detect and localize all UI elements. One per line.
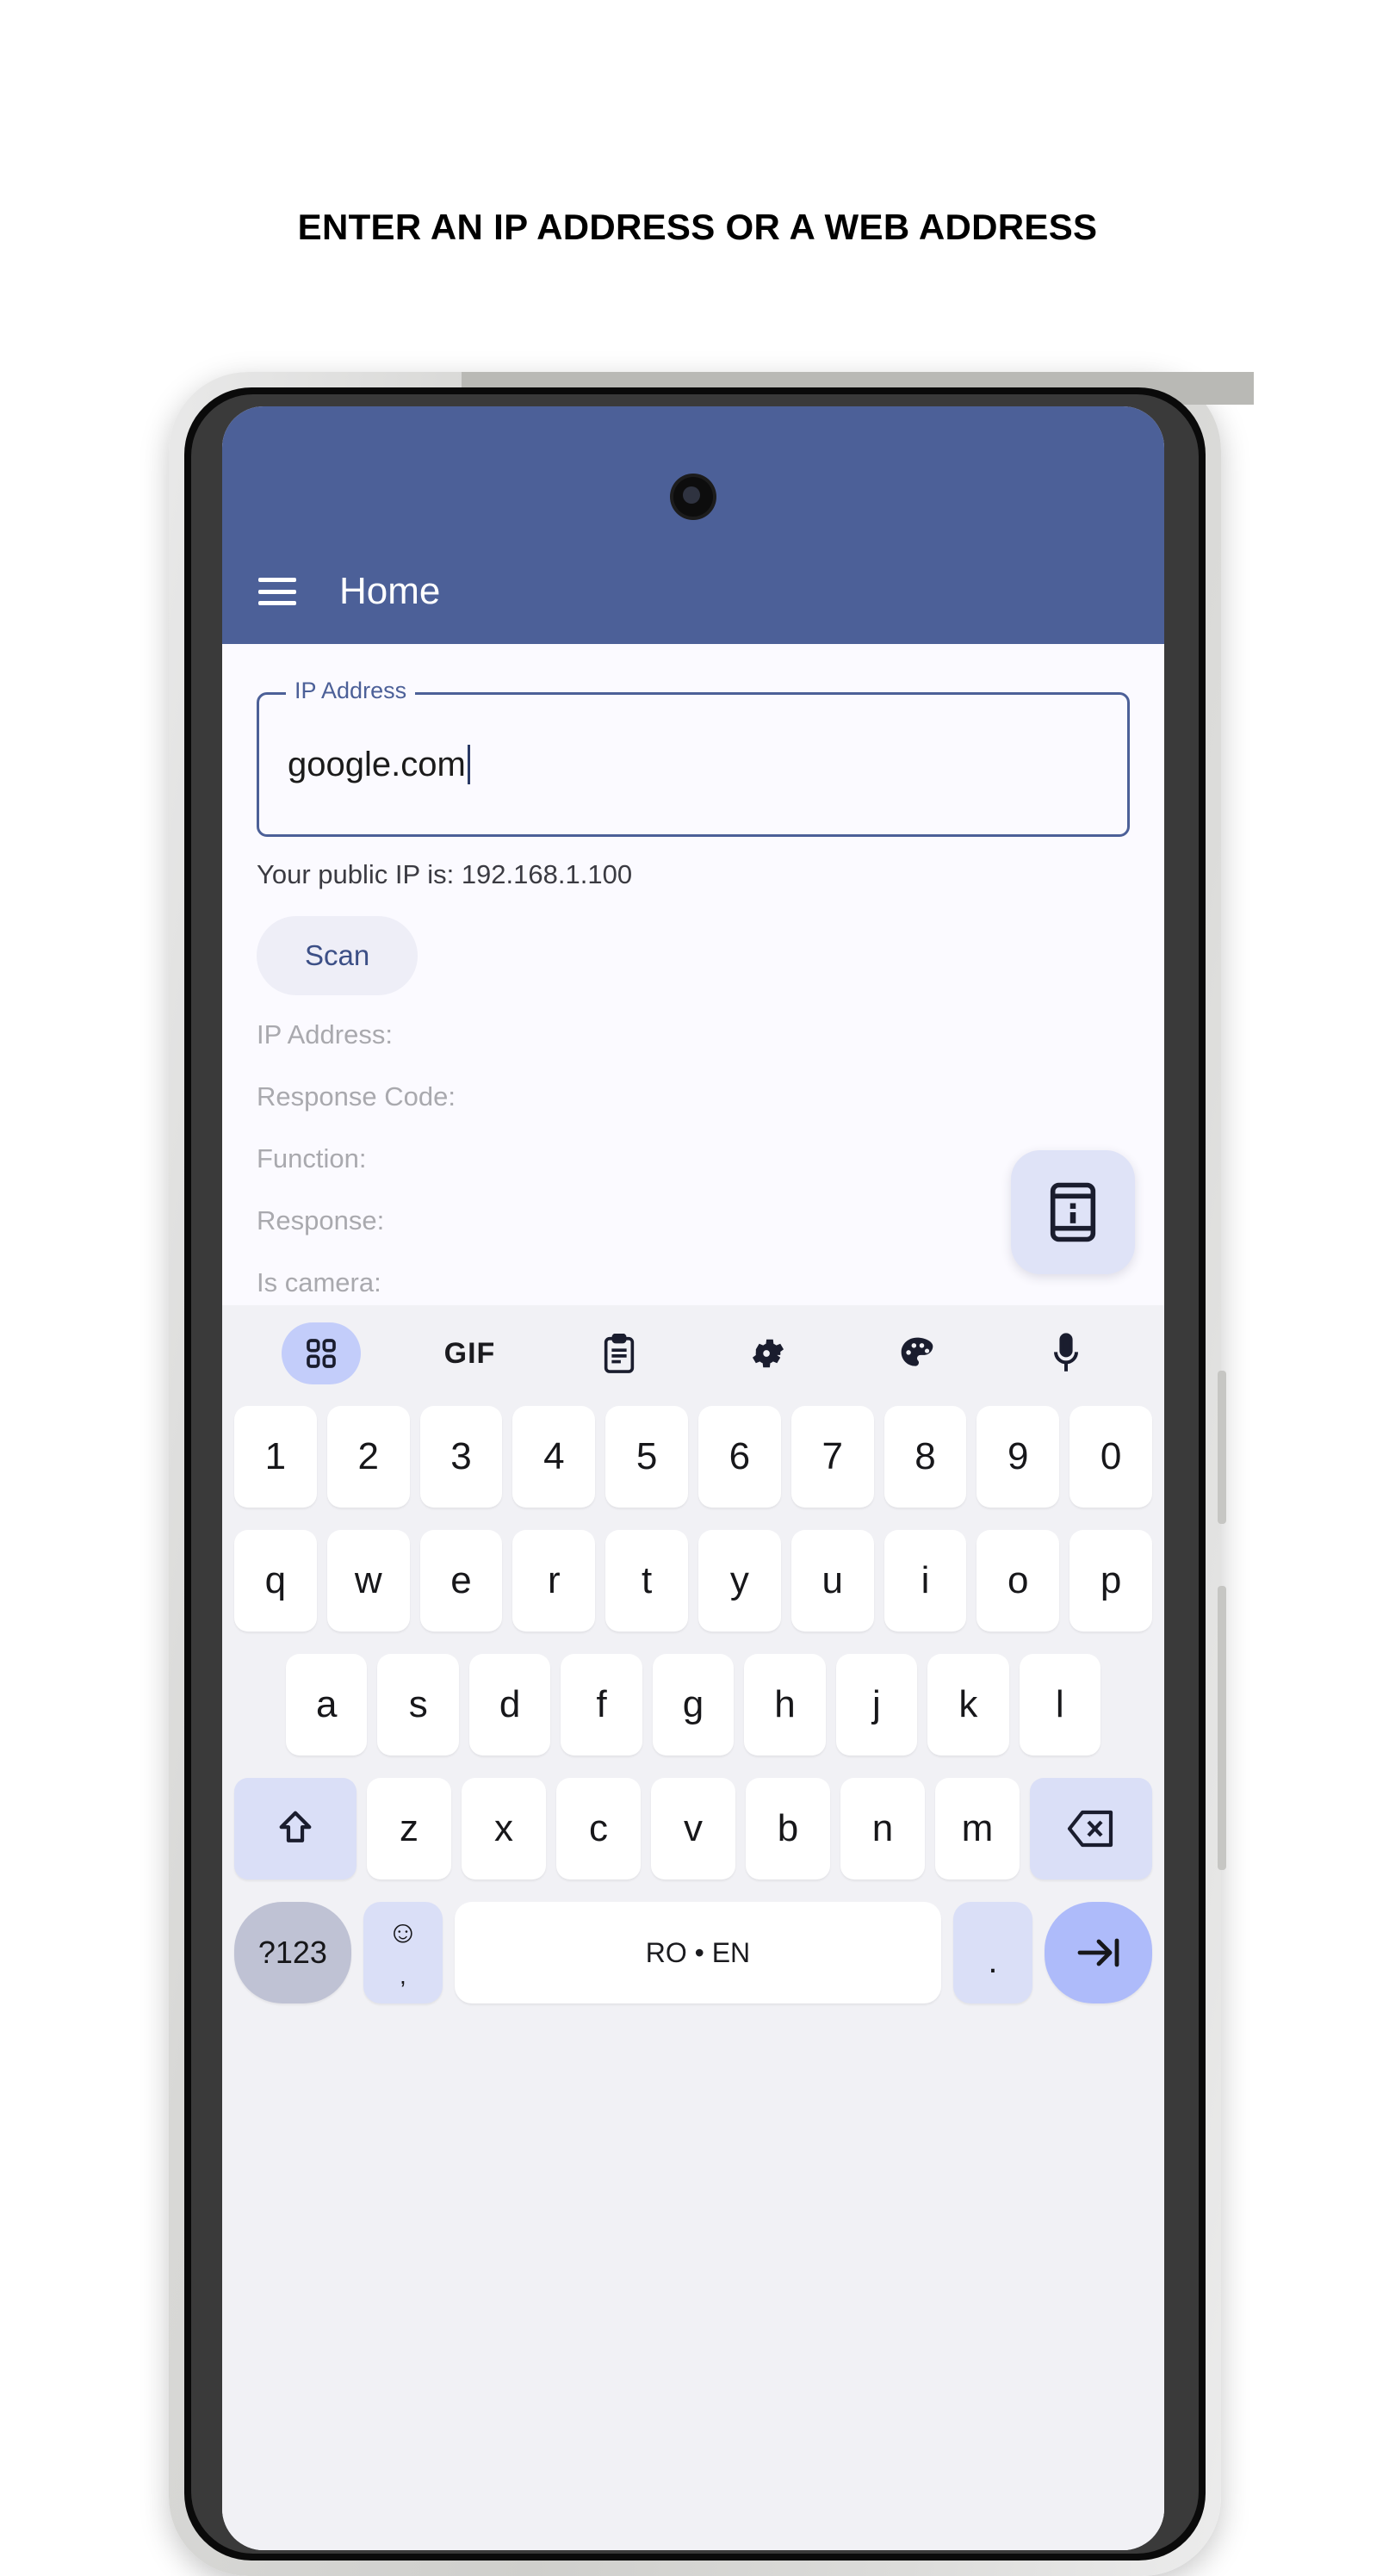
key-i[interactable]: i [884,1530,967,1632]
key-c[interactable]: c [556,1778,642,1879]
volume-button[interactable] [1218,1371,1226,1524]
key-3[interactable]: 3 [419,1406,503,1508]
keyboard-settings-button[interactable] [693,1305,842,1402]
key-d[interactable]: d [468,1654,551,1756]
key-p[interactable]: p [1070,1530,1152,1632]
key-n[interactable]: n [840,1778,925,1879]
tab-arrow-icon [1075,1934,1123,1972]
public-ip-text: Your public IP is: 192.168.1.100 [257,859,633,889]
hamburger-line-2 [258,589,296,594]
device-info-icon [1049,1182,1097,1242]
shift-key[interactable] [233,1778,357,1879]
keyboard-row-asdf: a s d f g h j k l [234,1650,1152,1760]
result-response-code: Response Code: [257,1081,456,1112]
period-key[interactable]: . [952,1902,1033,2003]
shift-icon [276,1808,315,1849]
front-camera-punchhole [673,477,713,517]
result-is-camera: Is camera: [257,1267,381,1297]
key-t[interactable]: t [605,1530,688,1632]
key-s[interactable]: s [377,1654,459,1756]
key-k[interactable]: k [927,1654,1009,1756]
ip-address-field-label: IP Address [286,678,416,704]
key-u[interactable]: u [790,1530,874,1632]
key-o[interactable]: o [976,1530,1060,1632]
microphone-icon [1051,1333,1081,1374]
key-j[interactable]: j [835,1654,918,1756]
key-4[interactable]: 4 [512,1406,596,1508]
key-q[interactable]: q [234,1530,317,1632]
clipboard-icon [602,1334,636,1373]
emoji-icon: ☺ [387,1914,419,1949]
keyboard-row-zxcv: z x c v b n m [233,1774,1153,1884]
scan-button[interactable]: Scan [257,916,418,995]
keyboard-voice-input-button[interactable] [991,1305,1140,1402]
backspace-icon [1067,1810,1115,1848]
key-b[interactable]: b [746,1778,830,1879]
hamburger-line-3 [258,601,296,605]
key-y[interactable]: y [698,1530,781,1632]
keyboard-key-rows: 1 2 3 4 5 6 7 8 9 0 q w e r t y u i o p … [227,1402,1159,2008]
hamburger-menu-icon[interactable] [258,578,296,605]
key-1[interactable]: 1 [234,1406,317,1508]
key-l[interactable]: l [1019,1654,1100,1756]
result-ip-address: IP Address: [257,1019,393,1050]
key-6[interactable]: 6 [698,1406,781,1508]
key-w[interactable]: w [326,1530,410,1632]
ip-address-input-value: google.com [288,745,466,783]
comma-label: , [400,1962,406,1989]
app-bar: Home [222,406,1164,644]
on-screen-keyboard: GIF 1 2 3 4 5 6 7 8 9 0 q w e r t y u i … [222,1305,1164,2550]
app-bar-title: Home [339,570,441,612]
backspace-key[interactable] [1029,1778,1153,1879]
key-r[interactable]: r [512,1530,596,1632]
key-v[interactable]: v [651,1778,735,1879]
key-a[interactable]: a [286,1654,368,1756]
text-cursor [467,745,470,784]
key-9[interactable]: 9 [976,1406,1060,1508]
period-label: . [988,1941,998,1980]
page-title: ENTER AN IP ADDRESS OR A WEB ADDRESS [297,207,1098,247]
key-2[interactable]: 2 [326,1406,410,1508]
keyboard-row-numbers: 1 2 3 4 5 6 7 8 9 0 [234,1402,1152,1512]
result-response: Response: [257,1205,385,1235]
key-0[interactable]: 0 [1070,1406,1152,1508]
space-key[interactable]: RO • EN [455,1902,941,2003]
app-content: IP Address google.com Your public IP is:… [222,678,1164,1359]
hamburger-line-1 [258,578,296,582]
keyboard-row-bottom: ?123 ☺ , RO • EN . [234,1898,1152,2008]
power-button[interactable] [1218,1586,1226,1870]
palette-icon [897,1334,937,1372]
apps-grid-icon [281,1322,361,1384]
key-f[interactable]: f [561,1654,642,1756]
keyboard-gif-button[interactable]: GIF [395,1305,544,1402]
key-5[interactable]: 5 [605,1406,688,1508]
key-e[interactable]: e [419,1530,503,1632]
key-g[interactable]: g [652,1654,735,1756]
key-h[interactable]: h [744,1654,826,1756]
keyboard-apps-grid-button[interactable] [246,1305,395,1402]
key-x[interactable]: x [462,1778,547,1879]
key-z[interactable]: z [367,1778,452,1879]
keyboard-theme-button[interactable] [842,1305,991,1402]
enter-key[interactable] [1045,1902,1152,2003]
key-7[interactable]: 7 [790,1406,874,1508]
keyboard-toolbar: GIF [227,1305,1159,1402]
phone-screen: Home IP Address google.com Your public I… [222,406,1164,2550]
device-info-fab[interactable] [1011,1150,1135,1274]
app-bar-row: Home [222,570,1164,613]
phone-device-frame: Home IP Address google.com Your public I… [169,372,1254,2576]
keyboard-clipboard-button[interactable] [544,1305,693,1402]
keyboard-row-qwerty: q w e r t y u i o p [234,1526,1152,1636]
ip-address-input[interactable]: google.com [288,745,470,784]
gif-icon: GIF [443,1336,496,1370]
emoji-comma-key[interactable]: ☺ , [363,1902,443,2003]
symbols-key[interactable]: ?123 [234,1902,351,2003]
gear-icon [748,1334,788,1373]
result-function: Function: [257,1143,367,1173]
key-8[interactable]: 8 [884,1406,967,1508]
ip-address-field[interactable]: IP Address google.com [257,678,1130,837]
key-m[interactable]: m [934,1778,1020,1879]
